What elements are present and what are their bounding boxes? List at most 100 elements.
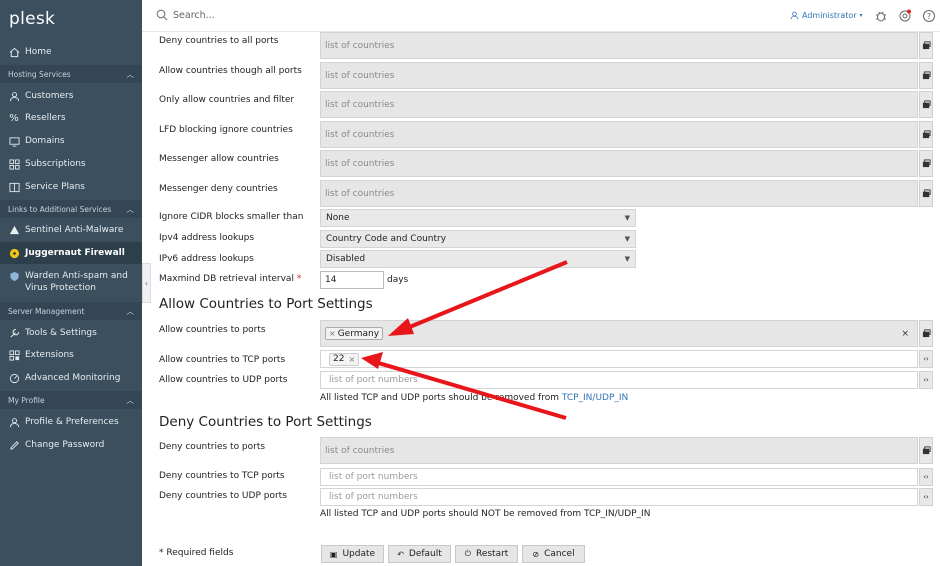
maxmind-label: Maxmind DB retrieval interval * [159,274,301,284]
section-label: Links to Additional Services [8,204,112,214]
section-server-management[interactable]: Server Management ︿ [0,302,142,320]
button-label: Cancel [544,549,575,559]
cidr-label: Ignore CIDR blocks smaller than [159,212,304,222]
sidebar-item-extensions[interactable]: Extensions [0,344,142,366]
remove-tag-icon[interactable]: × [329,329,336,338]
sidebar-item-warden[interactable]: Warden Anti-spam and Virus Protection [0,266,142,298]
deny-udp-ports-input[interactable]: list of port numbers [320,488,918,506]
country-list-input[interactable]: list of countries [320,150,918,177]
deny-tcp-ports-input[interactable]: list of port numbers [320,468,918,486]
monitoring-icon [8,372,20,384]
picker-icon [922,41,931,50]
search-input[interactable]: Search... [173,10,215,21]
country-list-input[interactable]: list of countries [320,180,918,207]
user-name: Administrator [802,11,857,20]
section-label: Hosting Services [8,69,71,79]
button-label: Restart [475,549,509,559]
country-picker-button[interactable] [919,121,933,148]
country-picker-button[interactable] [919,32,933,59]
remove-tag-icon[interactable]: × [348,355,355,364]
sidebar-item-subscriptions[interactable]: Subscriptions [0,153,142,175]
picker-icon [922,189,931,198]
country-picker-button[interactable] [919,180,933,207]
default-button[interactable]: ↶ Default [388,545,451,563]
bug-icon[interactable] [874,9,888,23]
country-picker-button[interactable] [919,62,933,89]
maxmind-interval-input[interactable]: 14 [320,271,384,289]
country-list-input[interactable]: list of countries [320,121,918,148]
allow-note: All listed TCP and UDP ports should be r… [320,393,628,403]
sidebar-item-label: Juggernaut Firewall [25,248,125,258]
picker-icon [922,329,931,338]
search-box[interactable]: Search... [156,9,215,21]
restart-button[interactable]: ⏻ Restart [455,545,518,563]
sidebar-item-password[interactable]: Change Password [0,434,142,456]
cancel-icon: ⊘ [532,549,540,559]
allow-tcp-toggle[interactable]: ‹› [919,350,933,368]
wrench-icon [8,327,20,339]
section-label: Server Management [8,306,85,316]
ipv6-select[interactable]: Disabled ▼ [320,250,636,268]
sidebar-item-home[interactable]: Home [0,41,142,63]
undo-icon: ↶ [397,549,404,559]
allow-udp-toggle[interactable]: ‹› [919,371,933,389]
tag-label: Germany [337,328,380,339]
required-marker: * [296,274,302,284]
country-picker-button[interactable] [919,91,933,118]
ipv4-select[interactable]: Country Code and Country ▼ [320,230,636,248]
deny-tcp-toggle[interactable]: ‹› [919,468,933,486]
deny-ports-country-input[interactable]: list of countries [320,437,918,464]
button-label: Default [408,549,442,559]
country-picker-button[interactable] [919,320,933,347]
home-icon [8,46,20,58]
cancel-button[interactable]: ⊘ Cancel [522,545,585,563]
warden-label-line1: Warden Anti-spam and [25,271,128,281]
help-icon[interactable]: ? [922,9,936,23]
country-picker-button[interactable] [919,437,933,464]
plesk-logo[interactable]: plesk [9,9,55,29]
sidebar-item-juggernaut[interactable]: Juggernaut Firewall [0,242,142,264]
port-tag: 22 × [329,352,360,366]
deny-udp-toggle[interactable]: ‹› [919,488,933,506]
chevron-up-icon: ︿ [126,204,135,214]
sidebar-item-sentinel[interactable]: Sentinel Anti-Malware [0,219,142,241]
allow-udp-ports-input[interactable]: list of port numbers [320,371,918,389]
sidebar-item-resellers[interactable]: % Resellers [0,107,142,129]
button-label: Update [342,549,376,559]
country-tag: × Germany [325,327,384,340]
allow-tcp-ports-input[interactable]: 22 × [320,350,918,368]
section-links-additional[interactable]: Links to Additional Services ︿ [0,200,142,218]
expand-icon: ‹› [923,376,929,384]
sidebar-item-label: Advanced Monitoring [25,373,121,383]
allow-note-text: All listed TCP and UDP ports should be r… [320,393,562,403]
ipv4-value: Country Code and Country [326,234,447,244]
sidebar-item-profile[interactable]: Profile & Preferences [0,411,142,433]
section-my-profile[interactable]: My Profile ︿ [0,391,142,409]
sidebar-item-monitoring[interactable]: Advanced Monitoring [0,367,142,389]
country-picker-button[interactable] [919,150,933,177]
update-button[interactable]: ▣ Update [321,545,384,563]
cidr-value: None [326,213,350,223]
section-hosting-services[interactable]: Hosting Services ︿ [0,65,142,83]
sidebar-item-customers[interactable]: Customers [0,85,142,107]
sidebar-collapse-toggle[interactable]: ‹ [142,263,151,303]
pencil-icon [8,439,20,451]
country-list-input[interactable]: list of countries [320,91,918,118]
warden-label-line2: Virus Protection [25,283,96,293]
sidebar-item-domains[interactable]: Domains [0,130,142,152]
clear-icon[interactable]: × [901,329,909,339]
chevron-down-icon: ▾ [859,12,863,19]
cidr-select[interactable]: None ▼ [320,209,636,227]
country-list-input[interactable]: list of countries [320,32,918,59]
notifications-icon[interactable] [898,9,912,23]
ipv4-label: Ipv4 address lookups [159,233,255,243]
deny-tcp-label: Deny countries to TCP ports [159,471,285,481]
sidebar-item-service-plans[interactable]: Service Plans [0,176,142,198]
sidebar-item-tools[interactable]: Tools & Settings [0,322,142,344]
tcp-udp-in-link[interactable]: TCP_IN/UDP_IN [562,393,628,403]
allow-ports-country-input[interactable]: × Germany × [320,320,918,347]
sidebar-item-label: Service Plans [25,182,85,192]
deny-section-title: Deny Countries to Port Settings [159,414,372,430]
country-list-input[interactable]: list of countries [320,62,918,89]
user-menu[interactable]: Administrator ▾ [790,11,863,20]
